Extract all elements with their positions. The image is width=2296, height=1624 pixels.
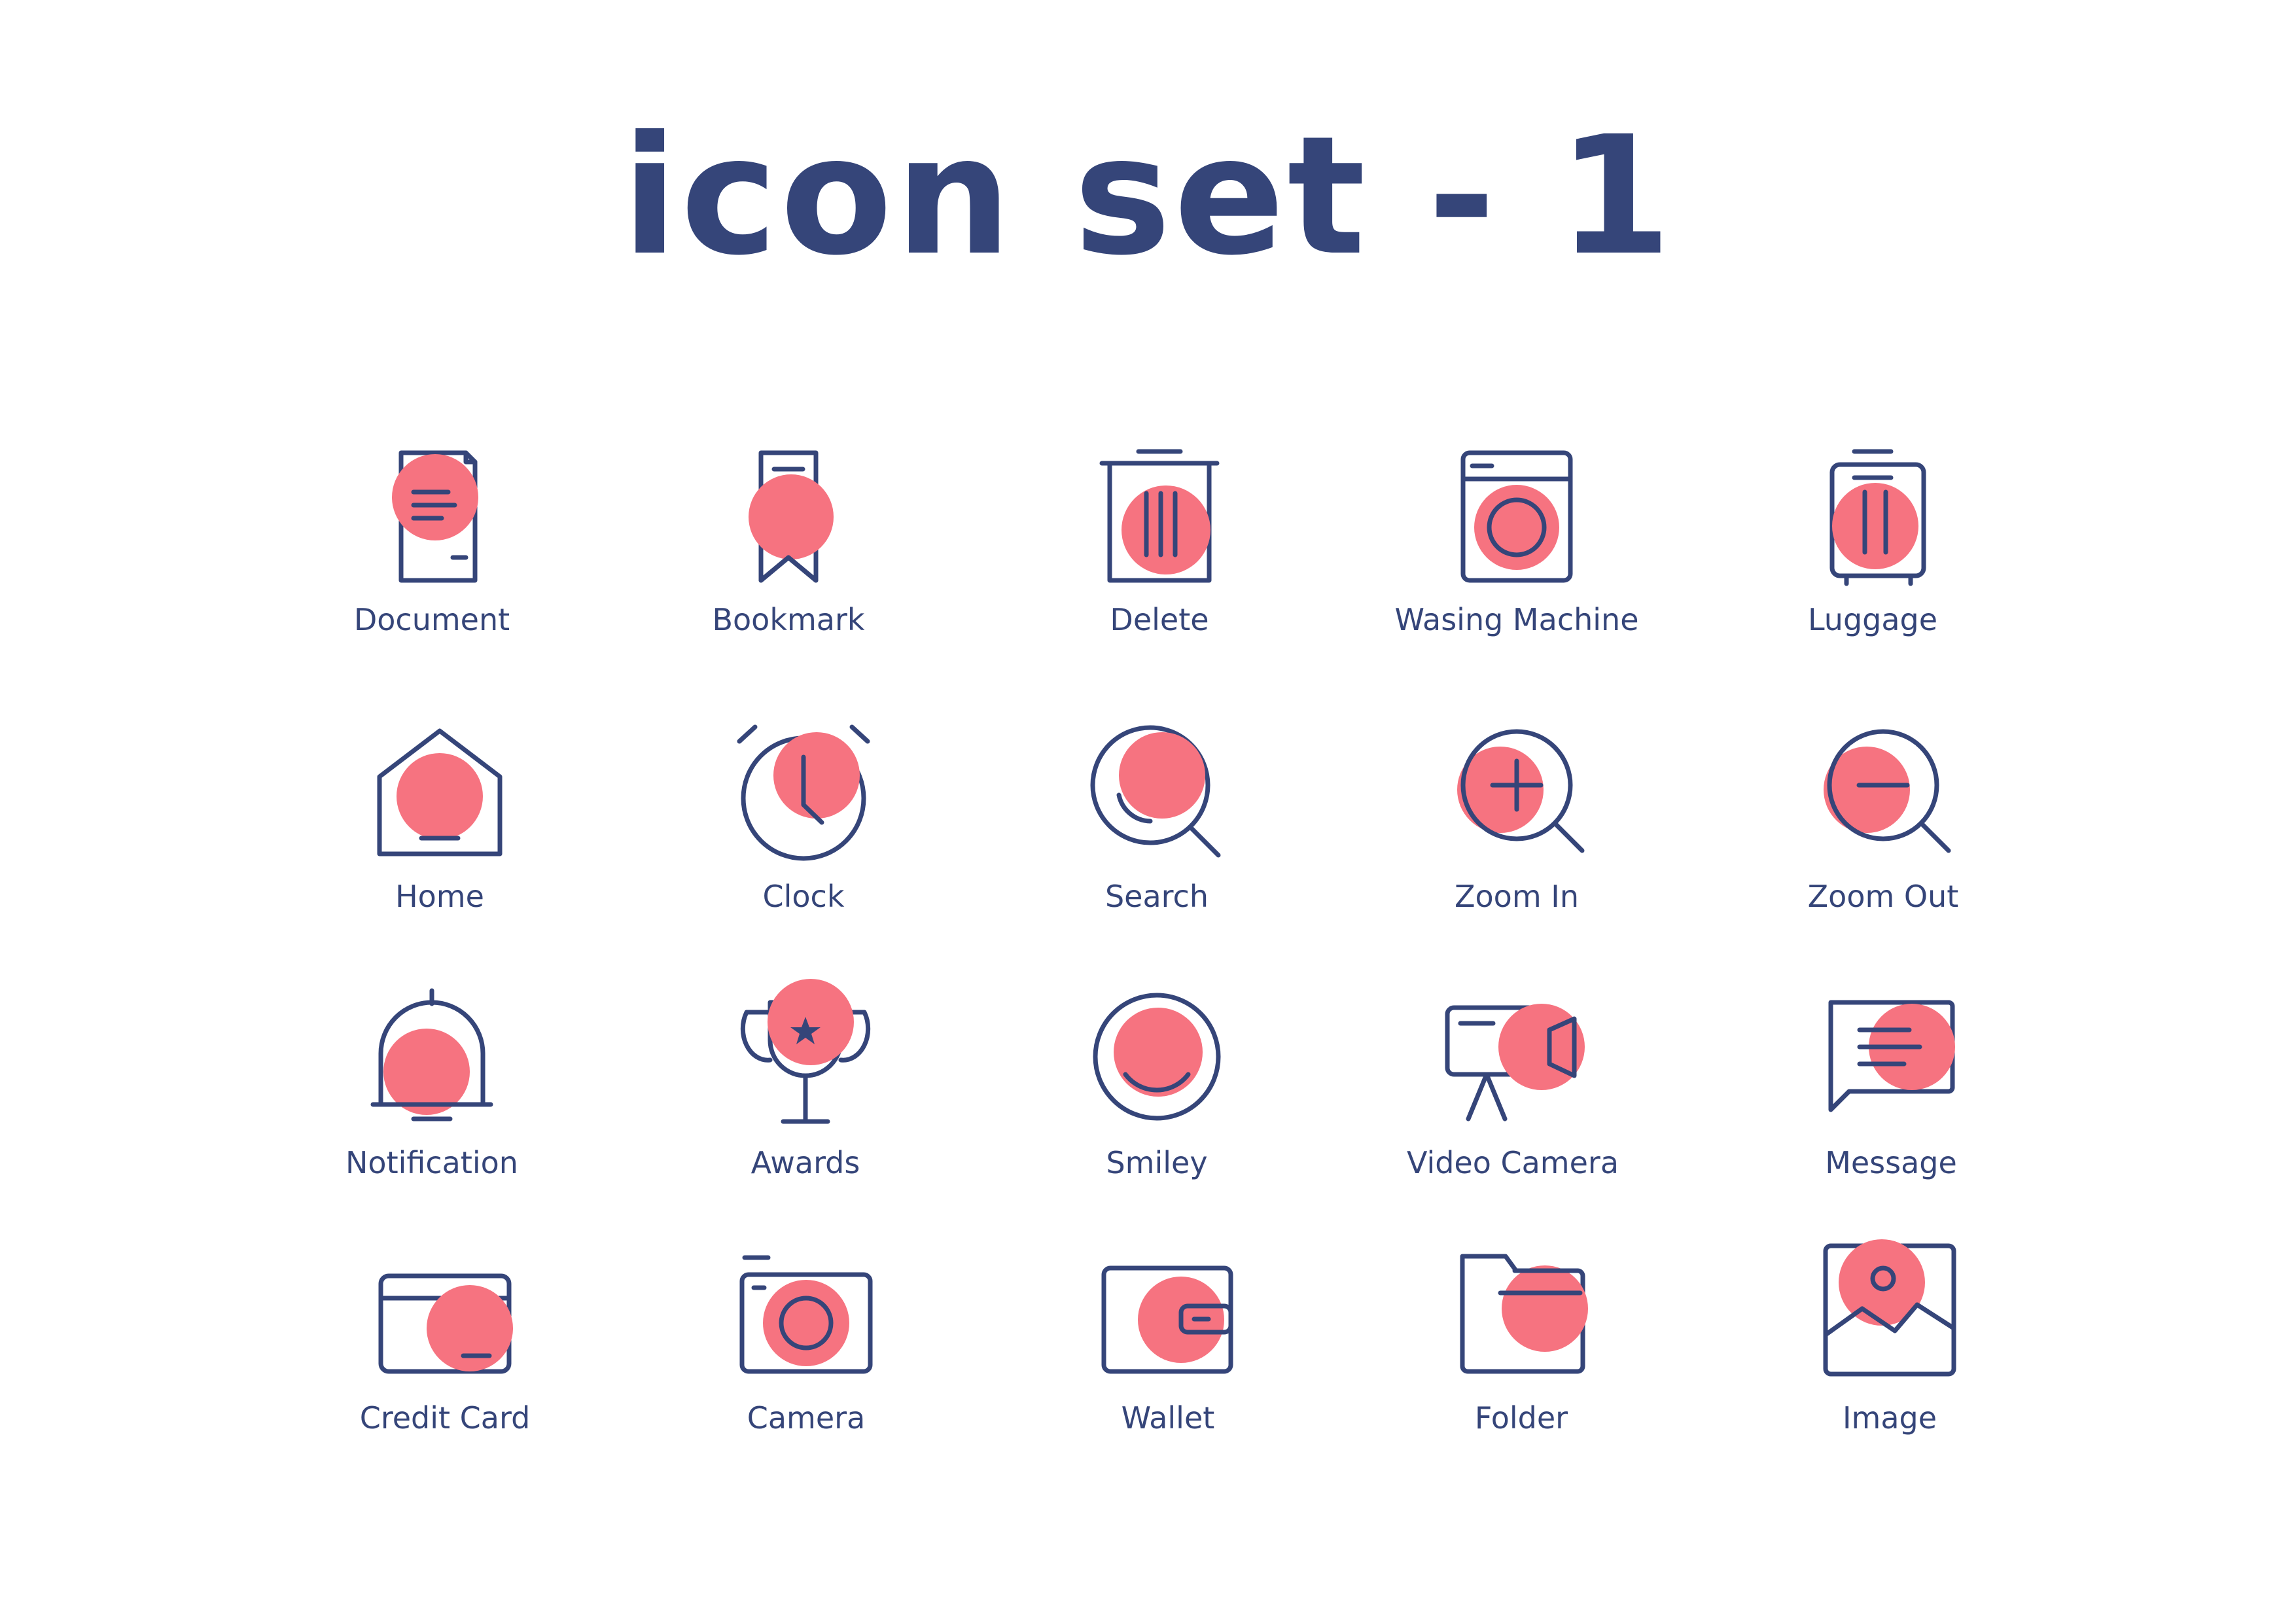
credit-card-icon — [378, 1273, 513, 1374]
icon-card-zoom-out[interactable]: Zoom Out — [1720, 716, 2047, 952]
icon-card-image[interactable]: Image — [1726, 1238, 2053, 1474]
washing-machine-icon — [1460, 450, 1573, 583]
icon-label: Message — [1825, 1145, 1957, 1180]
icon-label: Clock — [762, 879, 845, 914]
folder-icon — [1460, 1254, 1588, 1374]
icon-card-camera[interactable]: Camera — [643, 1238, 970, 1474]
icon-card-zoom-in[interactable]: Zoom In — [1353, 716, 1680, 952]
clock-icon — [737, 724, 870, 861]
icon-card-washing-machine[interactable]: Wasing Machine — [1353, 440, 1680, 675]
icon-label: Folder — [1474, 1400, 1568, 1436]
icon-label: Luggage — [1807, 602, 1938, 637]
icon-label: Camera — [747, 1400, 866, 1436]
icon-card-video-camera[interactable]: Video Camera — [1349, 983, 1676, 1218]
icon-card-clock[interactable]: Clock — [640, 716, 967, 952]
icon-card-home[interactable]: Home — [276, 716, 603, 952]
icon-card-document[interactable]: Document — [268, 440, 595, 675]
home-icon — [377, 728, 503, 856]
icon-grid: Document Bookmark Delete Wasing Machine — [0, 0, 2296, 1624]
icon-label: Home — [395, 879, 484, 914]
icon-label: Smiley — [1106, 1145, 1208, 1180]
icon-card-smiley[interactable]: Smiley — [993, 983, 1320, 1218]
icon-card-wallet[interactable]: Wallet — [1004, 1238, 1332, 1474]
awards-icon — [740, 979, 871, 1124]
icon-card-folder[interactable]: Folder — [1358, 1238, 1685, 1474]
image-icon — [1823, 1239, 1956, 1377]
icon-card-credit-card[interactable]: Credit Card — [281, 1238, 609, 1474]
bookmark-icon — [749, 450, 834, 583]
icon-label: Zoom In — [1455, 879, 1579, 914]
icon-label: Wasing Machine — [1394, 602, 1639, 637]
wallet-icon — [1101, 1265, 1233, 1374]
icon-label: Video Camera — [1406, 1145, 1619, 1180]
luggage-icon — [1829, 449, 1926, 586]
camera-icon — [739, 1255, 873, 1374]
search-icon — [1090, 725, 1221, 858]
notification-icon — [370, 988, 493, 1121]
icon-card-bookmark[interactable]: Bookmark — [625, 440, 952, 675]
icon-label: Wallet — [1121, 1400, 1215, 1436]
icon-label: Credit Card — [359, 1400, 531, 1436]
icon-card-awards[interactable]: Awards — [642, 979, 969, 1218]
icon-card-notification[interactable]: Notification — [268, 983, 595, 1218]
video-camera-icon — [1445, 1004, 1585, 1121]
icon-label: Delete — [1110, 602, 1209, 637]
icon-label: Zoom Out — [1807, 879, 1959, 914]
delete-icon — [1099, 449, 1220, 583]
icon-label: Bookmark — [712, 602, 865, 637]
icon-card-delete[interactable]: Delete — [996, 440, 1323, 675]
zoom-out-icon — [1824, 729, 1951, 853]
message-icon — [1828, 1000, 1955, 1112]
icon-card-search[interactable]: Search — [993, 716, 1320, 952]
icon-label: Notification — [345, 1145, 518, 1180]
document-icon — [392, 450, 478, 583]
icon-label: Awards — [751, 1145, 860, 1180]
zoom-in-icon — [1457, 729, 1585, 853]
icon-label: Document — [353, 602, 510, 637]
icon-card-luggage[interactable]: Luggage — [1709, 440, 2036, 675]
icon-card-message[interactable]: Message — [1727, 983, 2055, 1218]
icon-label: Image — [1842, 1400, 1937, 1436]
smiley-icon — [1093, 993, 1221, 1121]
icon-label: Search — [1104, 879, 1209, 914]
